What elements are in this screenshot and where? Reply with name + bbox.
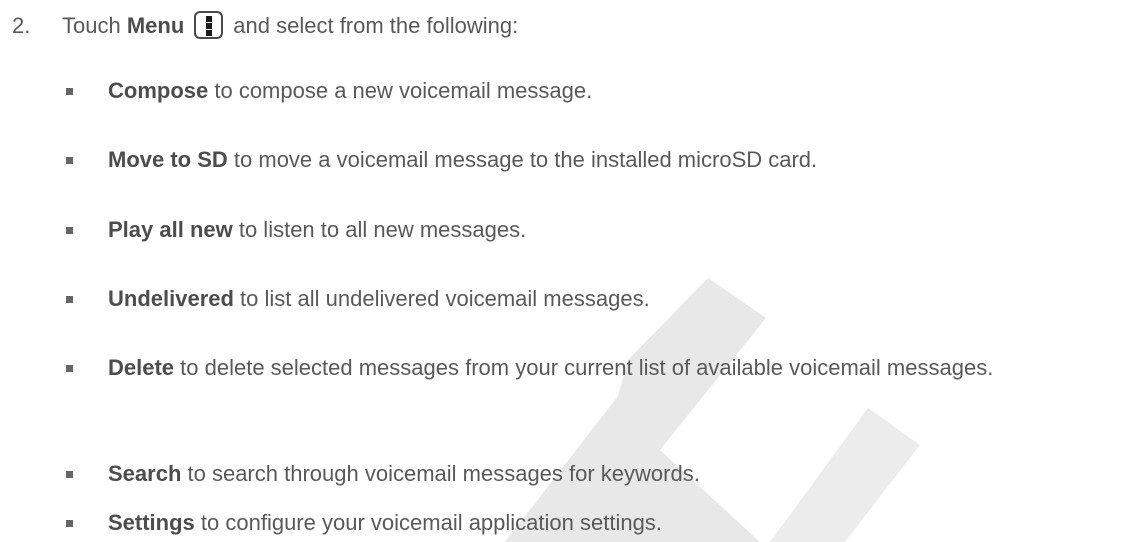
bullet-square-icon xyxy=(66,157,73,164)
bullet-square-icon xyxy=(66,227,73,234)
vertical-dots-menu-icon xyxy=(194,11,224,40)
bullet-square-icon xyxy=(66,296,73,303)
list-item-text: Play all new to listen to all new messag… xyxy=(108,212,1128,248)
option-desc: to list all undelivered voicemail messag… xyxy=(233,286,650,311)
option-desc: to configure your voicemail application … xyxy=(194,510,662,535)
option-term: Undelivered xyxy=(108,286,234,311)
option-desc: to search through voicemail messages for… xyxy=(181,461,700,486)
option-term: Move to SD xyxy=(108,147,228,172)
option-term: Search xyxy=(108,461,182,486)
option-desc: to delete selected messages from your cu… xyxy=(174,355,994,380)
list-item-text: Search to search through voicemail messa… xyxy=(108,456,1128,492)
option-desc: to listen to all new messages. xyxy=(232,217,527,242)
bullet-square-icon xyxy=(66,365,73,372)
list-item-text: Undelivered to list all undelivered voic… xyxy=(108,281,1128,317)
list-item-text: Delete to delete selected messages from … xyxy=(108,350,1128,386)
menu-label: Menu xyxy=(126,13,185,38)
menu-dot xyxy=(206,23,213,30)
step-line: 2. Touch Menu and select from the followin… xyxy=(12,9,518,43)
bullet-square-icon xyxy=(66,520,73,527)
menu-dot xyxy=(206,16,213,23)
option-term: Play all new xyxy=(108,217,233,242)
option-term: Compose xyxy=(108,78,209,103)
option-term: Settings xyxy=(108,510,195,535)
bullet-square-icon xyxy=(66,471,73,478)
step-number: 2. xyxy=(12,13,31,38)
option-desc: to compose a new voicemail message. xyxy=(208,78,593,103)
step-suffix: and select from the following: xyxy=(233,13,519,38)
list-item-text: Compose to compose a new voicemail messa… xyxy=(108,73,1128,109)
menu-dot xyxy=(206,30,213,37)
option-term: Delete xyxy=(108,355,175,380)
step-prefix: Touch xyxy=(62,13,121,38)
bullet-square-icon xyxy=(66,88,73,95)
list-item-text: Settings to configure your voicemail app… xyxy=(108,505,1128,541)
list-item-text: Move to SD to move a voicemail message t… xyxy=(108,142,1128,178)
option-desc: to move a voicemail message to the insta… xyxy=(227,147,818,172)
